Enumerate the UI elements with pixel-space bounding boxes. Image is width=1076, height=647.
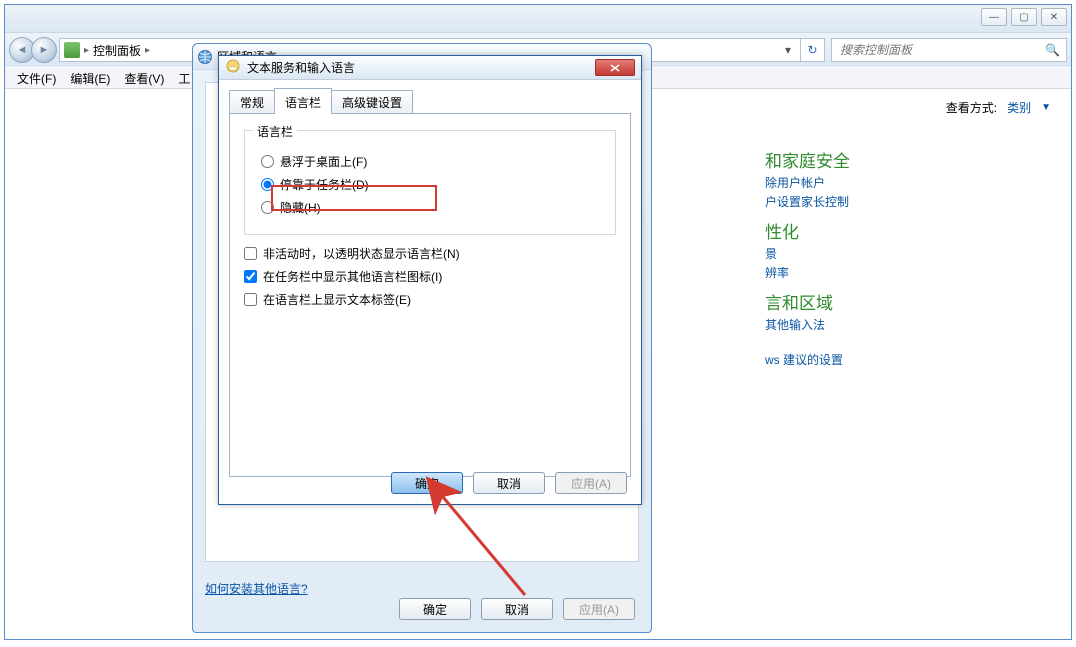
forward-button[interactable]: ► [31,37,57,63]
radio-float[interactable]: 悬浮于桌面上(F) [261,153,599,170]
category-link[interactable]: 辨率 [765,264,1055,281]
radio-dock[interactable]: 停靠于任务栏(D) [261,176,599,193]
apply-button[interactable]: 应用(A) [563,598,635,620]
minimize-button[interactable]: — [981,8,1007,26]
search-input[interactable] [838,42,1041,58]
radio-hidden[interactable]: 隐藏(H) [261,199,599,216]
check-text-labels[interactable]: 在语言栏上显示文本标签(E) [244,291,616,308]
nav-back-forward: ◄ ► [9,37,53,63]
breadcrumb-dropdown[interactable]: ▾ [780,43,796,57]
breadcrumb-root[interactable]: 控制面板 [93,42,141,59]
chevron-right-icon: ▸ [145,45,150,56]
ok-button[interactable]: 确定 [391,472,463,494]
dialog-body: 常规 语言栏 高级键设置 语言栏 悬浮于桌面上(F) 停靠于任务栏(D) 隐藏(… [219,80,641,504]
menu-file[interactable]: 文件(F) [11,68,62,89]
view-mode-label: 查看方式: [946,99,997,116]
control-panel-categories: 和家庭安全 除用户帐户 户设置家长控制 性化 景 辨率 言和区域 其他输入法 w… [765,139,1055,370]
close-button[interactable] [595,59,635,76]
language-bar-group: 语言栏 悬浮于桌面上(F) 停靠于任务栏(D) 隐藏(H) [244,130,616,235]
tab-language-bar[interactable]: 语言栏 [274,88,332,114]
titlebar: — ▢ ✕ [5,5,1071,33]
chevron-down-icon[interactable]: ▼ [1041,102,1051,113]
menu-edit[interactable]: 编辑(E) [64,68,116,89]
category-heading[interactable]: 性化 [765,218,1055,243]
close-button[interactable]: ✕ [1041,8,1067,26]
help-link[interactable]: 如何安装其他语言? [205,580,308,597]
globe-icon [197,49,213,65]
checkbox-label: 在语言栏上显示文本标签(E) [263,291,411,308]
ok-button[interactable]: 确定 [399,598,471,620]
category-link[interactable]: 除用户帐户 [765,174,1055,191]
checkbox-input[interactable] [244,270,257,283]
cancel-button[interactable]: 取消 [473,472,545,494]
radio-input[interactable] [261,201,274,214]
category-link[interactable]: 户设置家长控制 [765,193,1055,210]
checkbox-label: 非活动时，以透明状态显示语言栏(N) [263,245,460,262]
category-heading[interactable]: 和家庭安全 [765,147,1055,172]
radio-label: 停靠于任务栏(D) [280,176,369,193]
radio-label: 隐藏(H) [280,199,321,216]
keyboard-icon [225,58,241,77]
tab-page: 语言栏 悬浮于桌面上(F) 停靠于任务栏(D) 隐藏(H) 非活动时，以透明状态… [229,113,631,477]
radio-input[interactable] [261,178,274,191]
checkbox-input[interactable] [244,293,257,306]
category-link[interactable]: ws 建议的设置 [765,351,1055,368]
group-legend: 语言栏 [253,123,297,140]
menu-view[interactable]: 查看(V) [118,68,170,89]
tab-advanced[interactable]: 高级键设置 [331,90,413,114]
checkbox-input[interactable] [244,247,257,260]
cancel-button[interactable]: 取消 [481,598,553,620]
category-link[interactable]: 景 [765,245,1055,262]
refresh-button[interactable]: ↻ [801,38,825,62]
tabstrip: 常规 语言栏 高级键设置 [229,88,631,114]
text-services-dialog: 文本服务和输入语言 常规 语言栏 高级键设置 语言栏 悬浮于桌面上(F) 停靠于… [218,55,642,505]
search-icon: 🔍 [1045,43,1060,57]
dialog-titlebar: 文本服务和输入语言 [219,56,641,80]
search-box[interactable]: 🔍 [831,38,1067,62]
view-mode-value[interactable]: 类别 [1007,99,1031,116]
category-link[interactable]: 其他输入法 [765,316,1055,333]
maximize-button[interactable]: ▢ [1011,8,1037,26]
radio-input[interactable] [261,155,274,168]
dialog-title: 文本服务和输入语言 [247,59,355,76]
view-mode: 查看方式: 类别 ▼ [946,99,1051,116]
category-heading[interactable]: 言和区域 [765,289,1055,314]
apply-button[interactable]: 应用(A) [555,472,627,494]
radio-label: 悬浮于桌面上(F) [280,153,367,170]
control-panel-icon [64,42,80,58]
tab-general[interactable]: 常规 [229,90,275,114]
check-additional-icons[interactable]: 在任务栏中显示其他语言栏图标(I) [244,268,616,285]
check-transparent[interactable]: 非活动时，以透明状态显示语言栏(N) [244,245,616,262]
checkbox-label: 在任务栏中显示其他语言栏图标(I) [263,268,442,285]
chevron-right-icon: ▸ [84,45,89,56]
